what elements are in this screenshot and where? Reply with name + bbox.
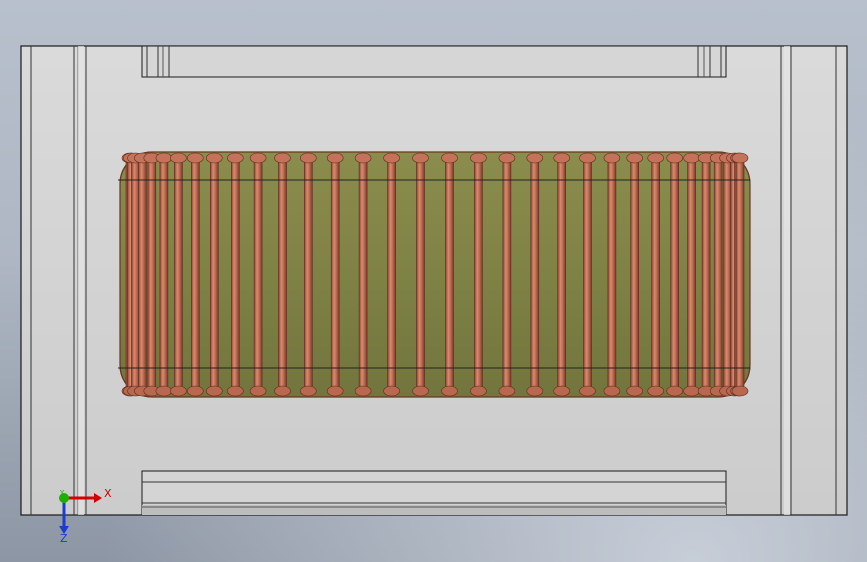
z-axis-label: Z — [60, 532, 68, 545]
top-slot[interactable] — [141, 45, 727, 78]
graphics-viewport[interactable]: X Z Y — [0, 0, 867, 562]
y-axis-label: Y — [59, 489, 65, 497]
toroid-coil[interactable] — [118, 151, 751, 398]
model-view[interactable]: X Z Y — [0, 0, 867, 562]
x-axis-label: X — [104, 487, 112, 500]
bottom-slot[interactable] — [141, 470, 727, 516]
